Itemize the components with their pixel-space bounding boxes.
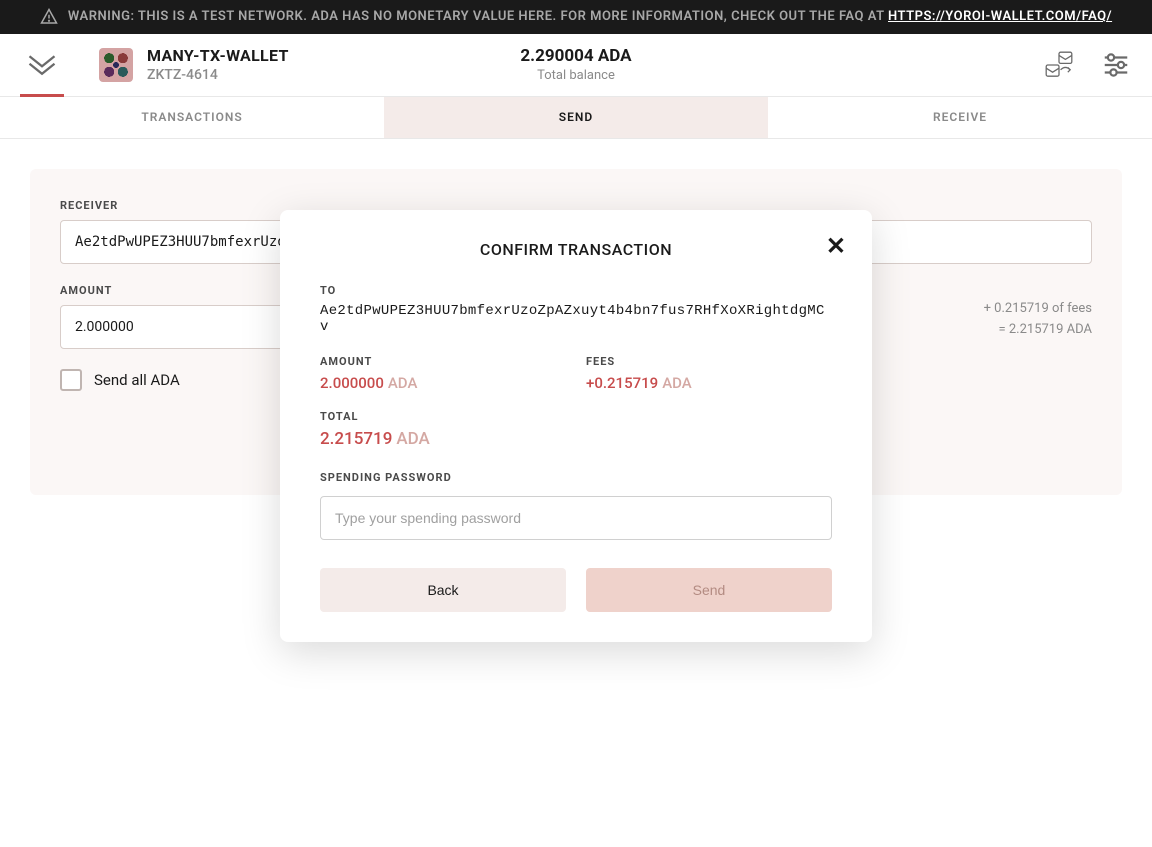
back-button[interactable]: Back: [320, 568, 566, 612]
modal-to-address: Ae2tdPwUPEZ3HUU7bmfexrUzoZpAZxuyt4b4bn7f…: [320, 303, 832, 335]
modal-overlay: CONFIRM TRANSACTION ✕ TO Ae2tdPwUPEZ3HUU…: [0, 0, 1152, 847]
modal-to-label: TO: [320, 284, 832, 297]
modal-total-label: TOTAL: [320, 410, 832, 423]
modal-amount-label: AMOUNT: [320, 355, 566, 368]
close-icon[interactable]: ✕: [826, 232, 846, 260]
modal-amount-value: 2.000000ADA: [320, 374, 566, 392]
send-button[interactable]: Send: [586, 568, 832, 612]
confirm-transaction-modal: CONFIRM TRANSACTION ✕ TO Ae2tdPwUPEZ3HUU…: [280, 210, 872, 642]
spending-password-input[interactable]: [320, 496, 832, 540]
spending-password-label: SPENDING PASSWORD: [320, 471, 832, 484]
modal-total-value: 2.215719ADA: [320, 429, 832, 449]
modal-fees-value: +0.215719ADA: [586, 374, 832, 392]
modal-fees-label: FEES: [586, 355, 832, 368]
modal-title: CONFIRM TRANSACTION: [310, 240, 842, 259]
